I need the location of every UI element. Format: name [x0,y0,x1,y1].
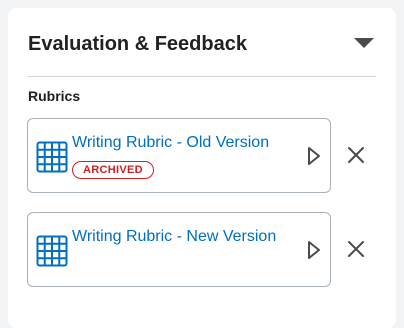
rubric-grid-icon [36,235,68,267]
caret-down-icon[interactable] [352,34,376,52]
play-icon[interactable] [306,239,322,261]
remove-rubric-button[interactable] [345,144,367,166]
rubric-title[interactable]: Writing Rubric - New Version [72,228,276,246]
divider [28,76,376,77]
close-icon [345,241,367,264]
rubric-grid-icon [36,141,68,173]
rubric-row: Writing Rubric - Old Version ARCHIVED [27,118,387,193]
remove-rubric-button[interactable] [345,238,367,260]
rubric-title[interactable]: Writing Rubric - Old Version [72,134,269,152]
rubrics-label: Rubrics [28,88,81,104]
evaluation-feedback-panel: Evaluation & Feedback Rubrics Writing Ru… [8,8,396,328]
play-icon[interactable] [306,145,322,167]
panel-title: Evaluation & Feedback [28,33,247,55]
archived-badge: ARCHIVED [72,161,154,179]
rubric-card-old-version[interactable]: Writing Rubric - Old Version ARCHIVED [27,118,331,193]
panel-header: Evaluation & Feedback [28,30,376,60]
rubric-row: Writing Rubric - New Version [27,212,387,287]
close-icon [345,147,367,170]
rubric-card-new-version[interactable]: Writing Rubric - New Version [27,212,331,287]
